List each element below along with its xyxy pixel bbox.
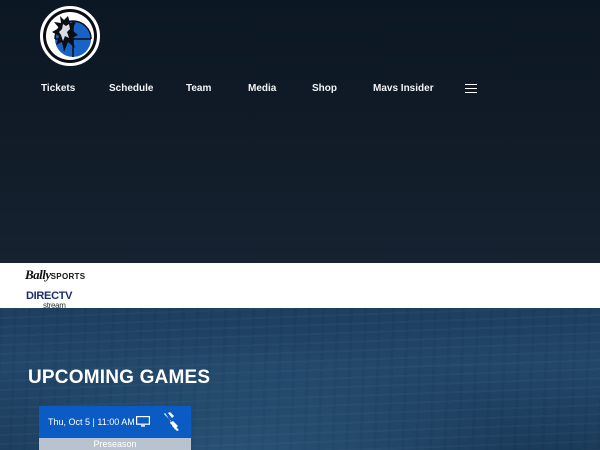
bally-wordmark: Bally [25,267,51,282]
nav-item-team[interactable]: Team [186,83,211,94]
game-type-label: Preseason [39,438,191,450]
directv-stream-logo[interactable]: DIRECTV stream [26,291,72,309]
nav-item-shop[interactable]: Shop [312,83,337,94]
opponent-team-logo-icon [164,412,179,431]
game-card[interactable]: Thu, Oct 5 | 11:00 AM Preseason [39,406,191,450]
sponsor-band: BallySPORTS DIRECTV stream [0,263,600,308]
stream-wordmark: stream [43,301,66,308]
main-nav: Tickets Schedule Team Media Shop Mavs In… [0,83,600,97]
section-title: UPCOMING GAMES [28,367,211,388]
tv-icon[interactable] [136,416,150,427]
nav-item-mavs-insider[interactable]: Mavs Insider [373,83,434,94]
upcoming-games-section: UPCOMING GAMES Thu, Oct 5 | 11:00 AM Pre… [0,308,600,450]
menu-line [465,87,477,90]
menu-line [465,84,477,86]
hero-header: Tickets Schedule Team Media Shop Mavs In… [0,0,600,263]
mavericks-logo-icon [43,9,97,63]
bally-sports-logo[interactable]: BallySPORTS [25,267,85,283]
nav-item-tickets[interactable]: Tickets [41,83,75,94]
hamburger-menu-icon[interactable] [465,84,477,93]
game-date-time: Thu, Oct 5 | 11:00 AM [48,417,135,427]
nav-item-media[interactable]: Media [248,83,276,94]
menu-line [465,91,477,93]
team-logo[interactable] [40,6,100,66]
nav-item-schedule[interactable]: Schedule [109,83,153,94]
sports-wordmark: SPORTS [50,272,86,281]
